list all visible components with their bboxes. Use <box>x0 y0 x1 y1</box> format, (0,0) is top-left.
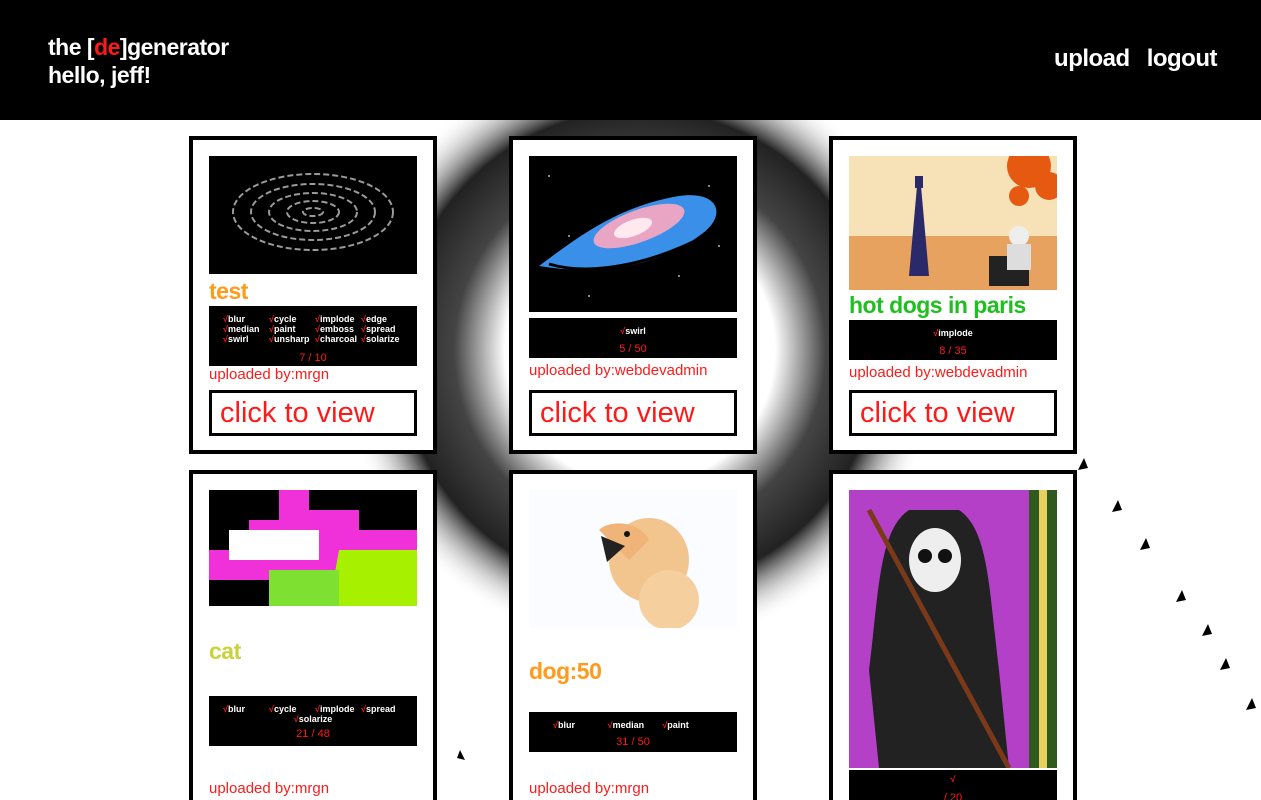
effect-cycle[interactable]: √cycle <box>269 314 315 324</box>
gallery-card: √swirl 5 / 50 uploaded by:webdevadmin cl… <box>509 136 757 454</box>
effects-panel: √blur √median √paint 31 / 50 <box>529 712 737 752</box>
gallery-card: cat √blur √cycle √implode √spread √solar… <box>189 470 437 800</box>
uploader-label: uploaded by:mrgn <box>209 780 330 797</box>
vote-count: 31 / 50 <box>616 736 650 748</box>
vote-count: 5 / 50 <box>619 343 647 355</box>
effects-panel: √swirl 5 / 50 <box>529 318 737 358</box>
vote-count: / 20 <box>943 792 963 800</box>
effect-edge[interactable]: √edge <box>361 314 407 324</box>
gallery-grid: test √blur √cycle √implode √edge √median… <box>0 0 1261 800</box>
card-title: hot dogs in paris <box>849 292 1026 318</box>
gallery-card: √ / 20 <box>829 470 1077 800</box>
card-image[interactable] <box>529 490 737 628</box>
upload-link[interactable]: upload <box>1054 45 1130 73</box>
effect-spread[interactable]: √spread <box>361 704 407 714</box>
site-title[interactable]: the [de]generator <box>48 33 229 61</box>
effect-solarize[interactable]: √solarize <box>294 714 332 724</box>
card-title: dog:50 <box>529 658 602 684</box>
effect-charcoal[interactable]: √charcoal <box>315 334 361 344</box>
gallery-card: test √blur √cycle √implode √edge √median… <box>189 136 437 454</box>
effects-panel: √implode 8 / 35 <box>849 320 1057 360</box>
effect-blur[interactable]: √blur <box>553 720 608 730</box>
effect-solarize[interactable]: √solarize <box>361 334 407 344</box>
effect-implode[interactable]: √implode <box>933 328 972 338</box>
effect-blur[interactable]: √blur <box>223 704 269 714</box>
card-image[interactable] <box>209 490 417 606</box>
effects-list-row2: √solarize <box>209 714 417 724</box>
logout-link[interactable]: logout <box>1147 45 1218 73</box>
card-title: test <box>209 278 248 304</box>
effect-swirl[interactable]: √swirl <box>223 334 269 344</box>
click-to-view-button[interactable]: click to view <box>529 390 737 436</box>
card-title: cat <box>209 638 241 664</box>
card-image[interactable] <box>209 156 417 274</box>
card-image[interactable] <box>529 156 737 312</box>
effect-median[interactable]: √median <box>223 324 269 334</box>
effect-item[interactable]: √ <box>951 774 956 784</box>
effect-paint[interactable]: √paint <box>662 720 717 730</box>
click-to-view-button[interactable]: click to view <box>849 390 1057 436</box>
click-to-view-button[interactable]: click to view <box>209 390 417 436</box>
effect-paint[interactable]: √paint <box>269 324 315 334</box>
effects-panel: √blur √cycle √implode √spread √solarize … <box>209 696 417 746</box>
effects-list: √swirl <box>529 318 737 336</box>
top-nav: upload logout <box>1054 45 1217 73</box>
vote-count: 21 / 48 <box>296 728 330 740</box>
vote-count: 7 / 10 <box>299 352 327 364</box>
uploader-label: uploaded by:webdevadmin <box>529 362 708 379</box>
effect-spread[interactable]: √spread <box>361 324 407 334</box>
effects-list: √blur √median √paint <box>529 712 737 730</box>
effect-implode[interactable]: √implode <box>315 704 361 714</box>
top-bar: the [de]generator hello, jeff! upload lo… <box>0 0 1261 120</box>
uploader-label: uploaded by:mrgn <box>209 366 330 383</box>
user-greeting: hello, jeff! <box>48 62 151 88</box>
effects-panel: √blur √cycle √implode √edge √median √pai… <box>209 306 417 366</box>
effects-list: √blur √cycle √implode √edge √median √pai… <box>209 306 417 344</box>
uploader-label: uploaded by:webdevadmin <box>849 364 1028 381</box>
effects-list: √implode <box>849 320 1057 338</box>
effect-cycle[interactable]: √cycle <box>269 704 315 714</box>
effect-swirl[interactable]: √swirl <box>620 326 645 336</box>
effect-unsharp[interactable]: √unsharp <box>269 334 315 344</box>
vote-count: 8 / 35 <box>939 345 967 357</box>
effect-implode[interactable]: √implode <box>315 314 361 324</box>
gallery-card: dog:50 √blur √median √paint 31 / 50 uplo… <box>509 470 757 800</box>
effect-median[interactable]: √median <box>608 720 663 730</box>
gallery-card: hot dogs in paris √implode 8 / 35 upload… <box>829 136 1077 454</box>
card-image[interactable] <box>849 490 1057 768</box>
card-image[interactable] <box>849 156 1057 290</box>
effects-list: √blur √cycle √implode √spread <box>209 696 417 714</box>
uploader-label: uploaded by:mrgn <box>529 780 650 797</box>
effects-panel: √ / 20 <box>849 770 1057 800</box>
effect-emboss[interactable]: √emboss <box>315 324 361 334</box>
effects-list: √ <box>849 770 1057 784</box>
effect-blur[interactable]: √blur <box>223 314 269 324</box>
brand-block: the [de]generator hello, jeff! <box>48 33 229 89</box>
